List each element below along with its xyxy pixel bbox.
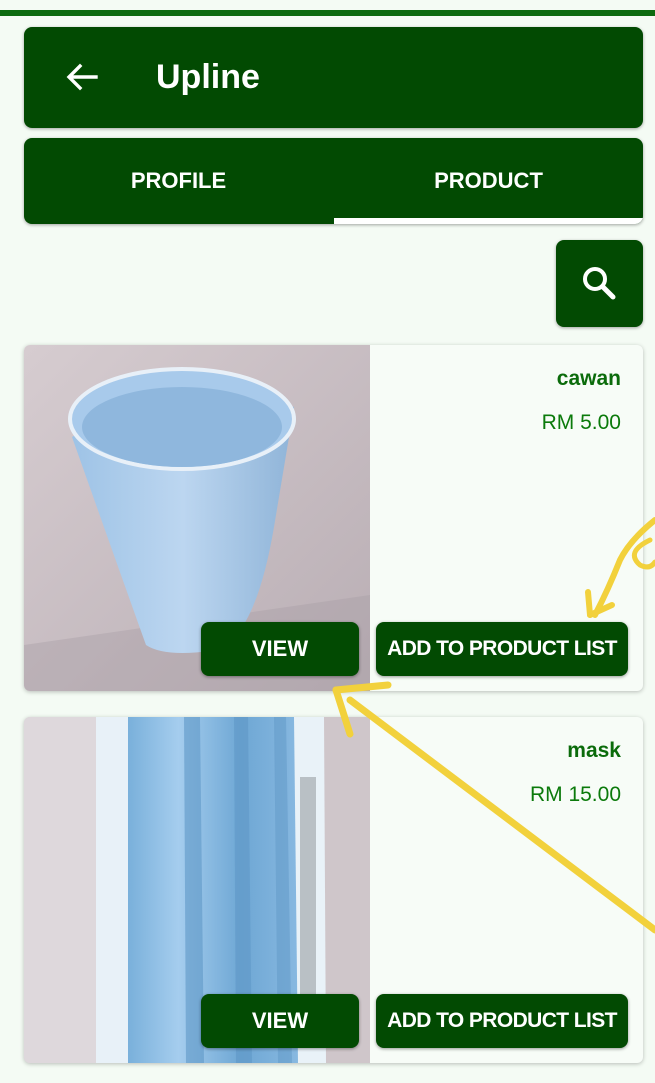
product-name: mask [567, 739, 621, 762]
tab-product[interactable]: PRODUCT [334, 138, 643, 224]
app-bar: Upline [24, 27, 643, 128]
search-button[interactable] [556, 240, 643, 327]
add-to-product-list-button[interactable]: ADD TO PRODUCT LIST [376, 994, 628, 1048]
product-price: RM 5.00 [541, 411, 621, 434]
product-price: RM 15.00 [529, 783, 621, 806]
product-card: mask RM 15.00 VIEW ADD TO PRODUCT LIST [24, 717, 643, 1063]
tab-active-indicator [334, 218, 643, 224]
top-accent-line [0, 10, 655, 16]
product-name: cawan [556, 367, 621, 390]
view-button[interactable]: VIEW [201, 994, 359, 1048]
search-icon [583, 267, 616, 300]
tab-profile[interactable]: PROFILE [24, 138, 333, 224]
product-card: cawan RM 5.00 VIEW ADD TO PRODUCT LIST [24, 345, 643, 691]
arrow-left-icon[interactable] [62, 57, 102, 97]
view-button[interactable]: VIEW [201, 622, 359, 676]
page-title: Upline [156, 58, 260, 96]
tab-bar: PROFILE PRODUCT [24, 138, 643, 224]
add-to-product-list-button[interactable]: ADD TO PRODUCT LIST [376, 622, 628, 676]
